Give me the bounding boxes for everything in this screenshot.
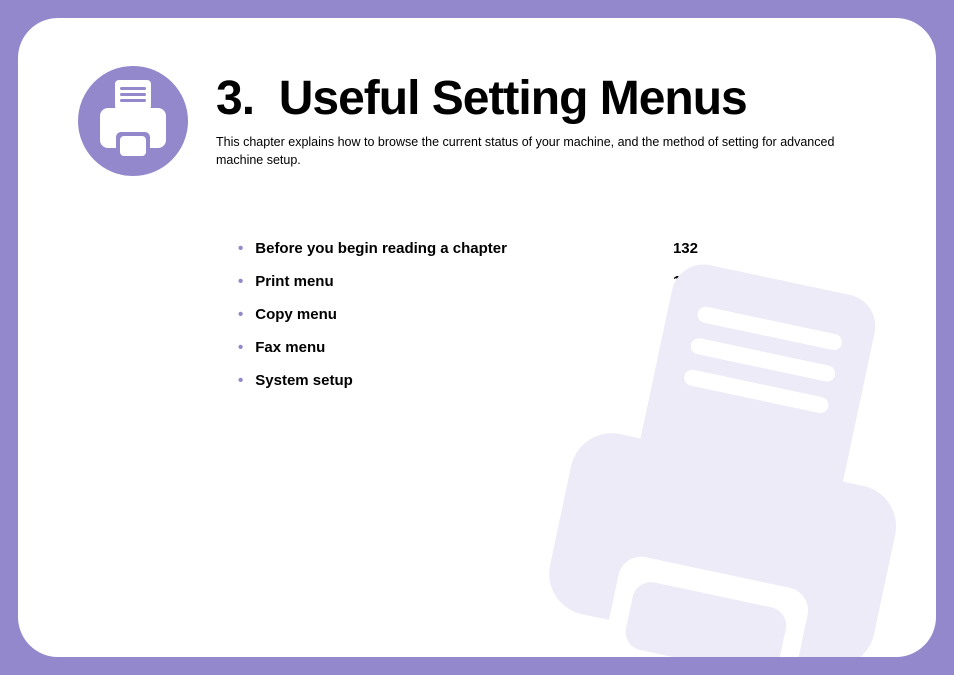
chapter-title-text: Useful Setting Menus [279, 72, 747, 125]
header-row: 3. Useful Setting Menus This chapter exp… [78, 66, 876, 176]
toc-item[interactable]: Before you begin reading a chapter 132 [238, 240, 698, 257]
toc-item-page: 134 [673, 306, 698, 323]
toc-item-label: Before you begin reading a chapter [238, 240, 507, 257]
toc-item-page: 138 [673, 339, 698, 356]
toc-item-label: System setup [238, 372, 353, 389]
toc-item[interactable]: Copy menu 134 [238, 306, 698, 323]
toc-item[interactable]: System setup 141 [238, 372, 698, 389]
toc-item-label: Print menu [238, 273, 334, 290]
toc-item-page: 133 [673, 273, 698, 290]
title-block: 3. Useful Setting Menus This chapter exp… [216, 66, 856, 169]
toc-item[interactable]: Fax menu 138 [238, 339, 698, 356]
toc-item[interactable]: Print menu 133 [238, 273, 698, 290]
chapter-number: 3. [216, 72, 254, 125]
toc-item-page: 141 [673, 372, 698, 389]
toc-item-label: Copy menu [238, 306, 337, 323]
table-of-contents: Before you begin reading a chapter 132 P… [238, 240, 698, 389]
toc-item-page: 132 [673, 240, 698, 257]
chapter-description: This chapter explains how to browse the … [216, 134, 856, 169]
page-card: 3. Useful Setting Menus This chapter exp… [18, 18, 936, 657]
toc-item-label: Fax menu [238, 339, 325, 356]
chapter-title: 3. Useful Setting Menus [216, 74, 856, 124]
printer-icon [78, 66, 188, 176]
